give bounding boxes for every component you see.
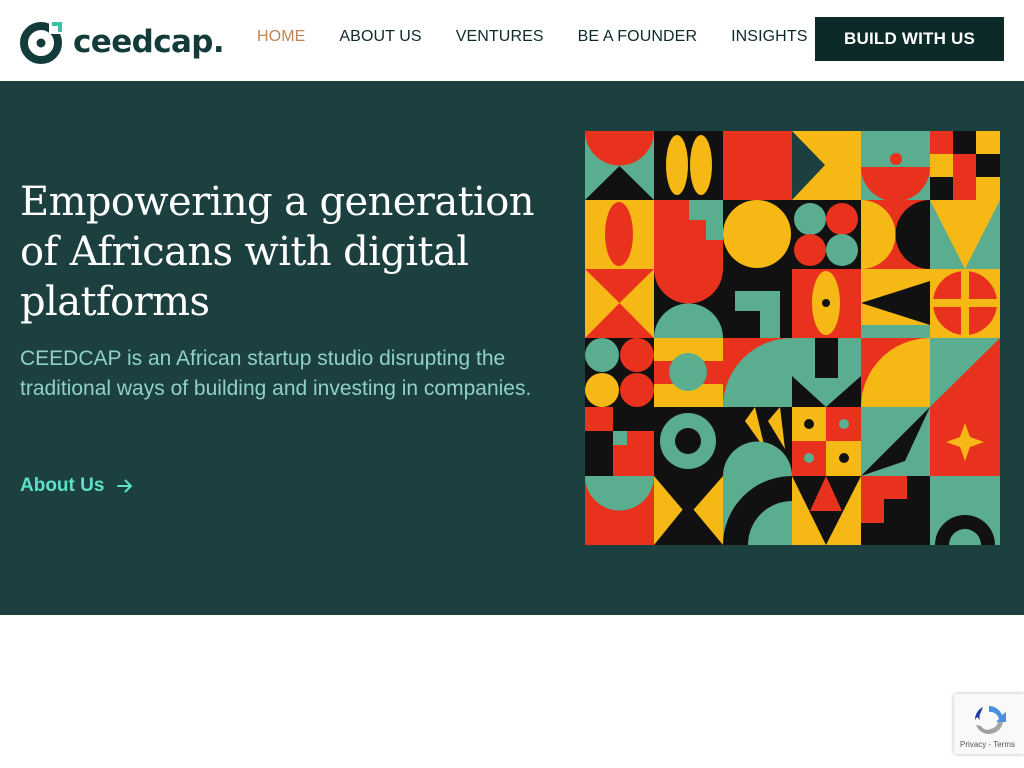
site-header: ceedcap. HOME ABOUT US VENTURES BE A FOU… xyxy=(0,0,1024,81)
nav-item-home[interactable]: HOME xyxy=(257,28,305,46)
nav-item-ventures[interactable]: VENTURES xyxy=(456,28,544,46)
nav-item-insights[interactable]: INSIGHTS xyxy=(731,28,807,46)
geometric-african-pattern-image xyxy=(585,131,1000,545)
logo[interactable]: ceedcap. xyxy=(20,20,225,64)
logo-text: ceedcap. xyxy=(73,24,225,60)
recaptcha-terms-link[interactable]: Terms xyxy=(993,740,1015,749)
arrow-right-icon xyxy=(117,479,133,493)
logo-mark-icon xyxy=(20,22,64,64)
about-us-link-label: About Us xyxy=(20,475,105,496)
main-nav: HOME ABOUT US VENTURES BE A FOUNDER INSI… xyxy=(257,28,841,46)
hero-title: Empowering a generation of Africans with… xyxy=(20,179,534,325)
recaptcha-links: Privacy - Terms xyxy=(960,740,1015,749)
recaptcha-icon xyxy=(974,706,1006,735)
hero-subtitle: CEEDCAP is an African startup studio dis… xyxy=(20,347,532,400)
recaptcha-privacy-link[interactable]: Privacy xyxy=(960,740,986,749)
nav-item-be-a-founder[interactable]: BE A FOUNDER xyxy=(578,28,697,46)
build-with-us-button[interactable]: BUILD WITH US xyxy=(815,17,1004,61)
hero-section: Empowering a generation of Africans with… xyxy=(0,81,1024,615)
recaptcha-badge[interactable]: Privacy - Terms xyxy=(954,694,1024,754)
recaptcha-separator: - xyxy=(988,740,992,749)
nav-item-about-us[interactable]: ABOUT US xyxy=(339,28,421,46)
about-us-link[interactable]: About Us xyxy=(20,475,134,497)
